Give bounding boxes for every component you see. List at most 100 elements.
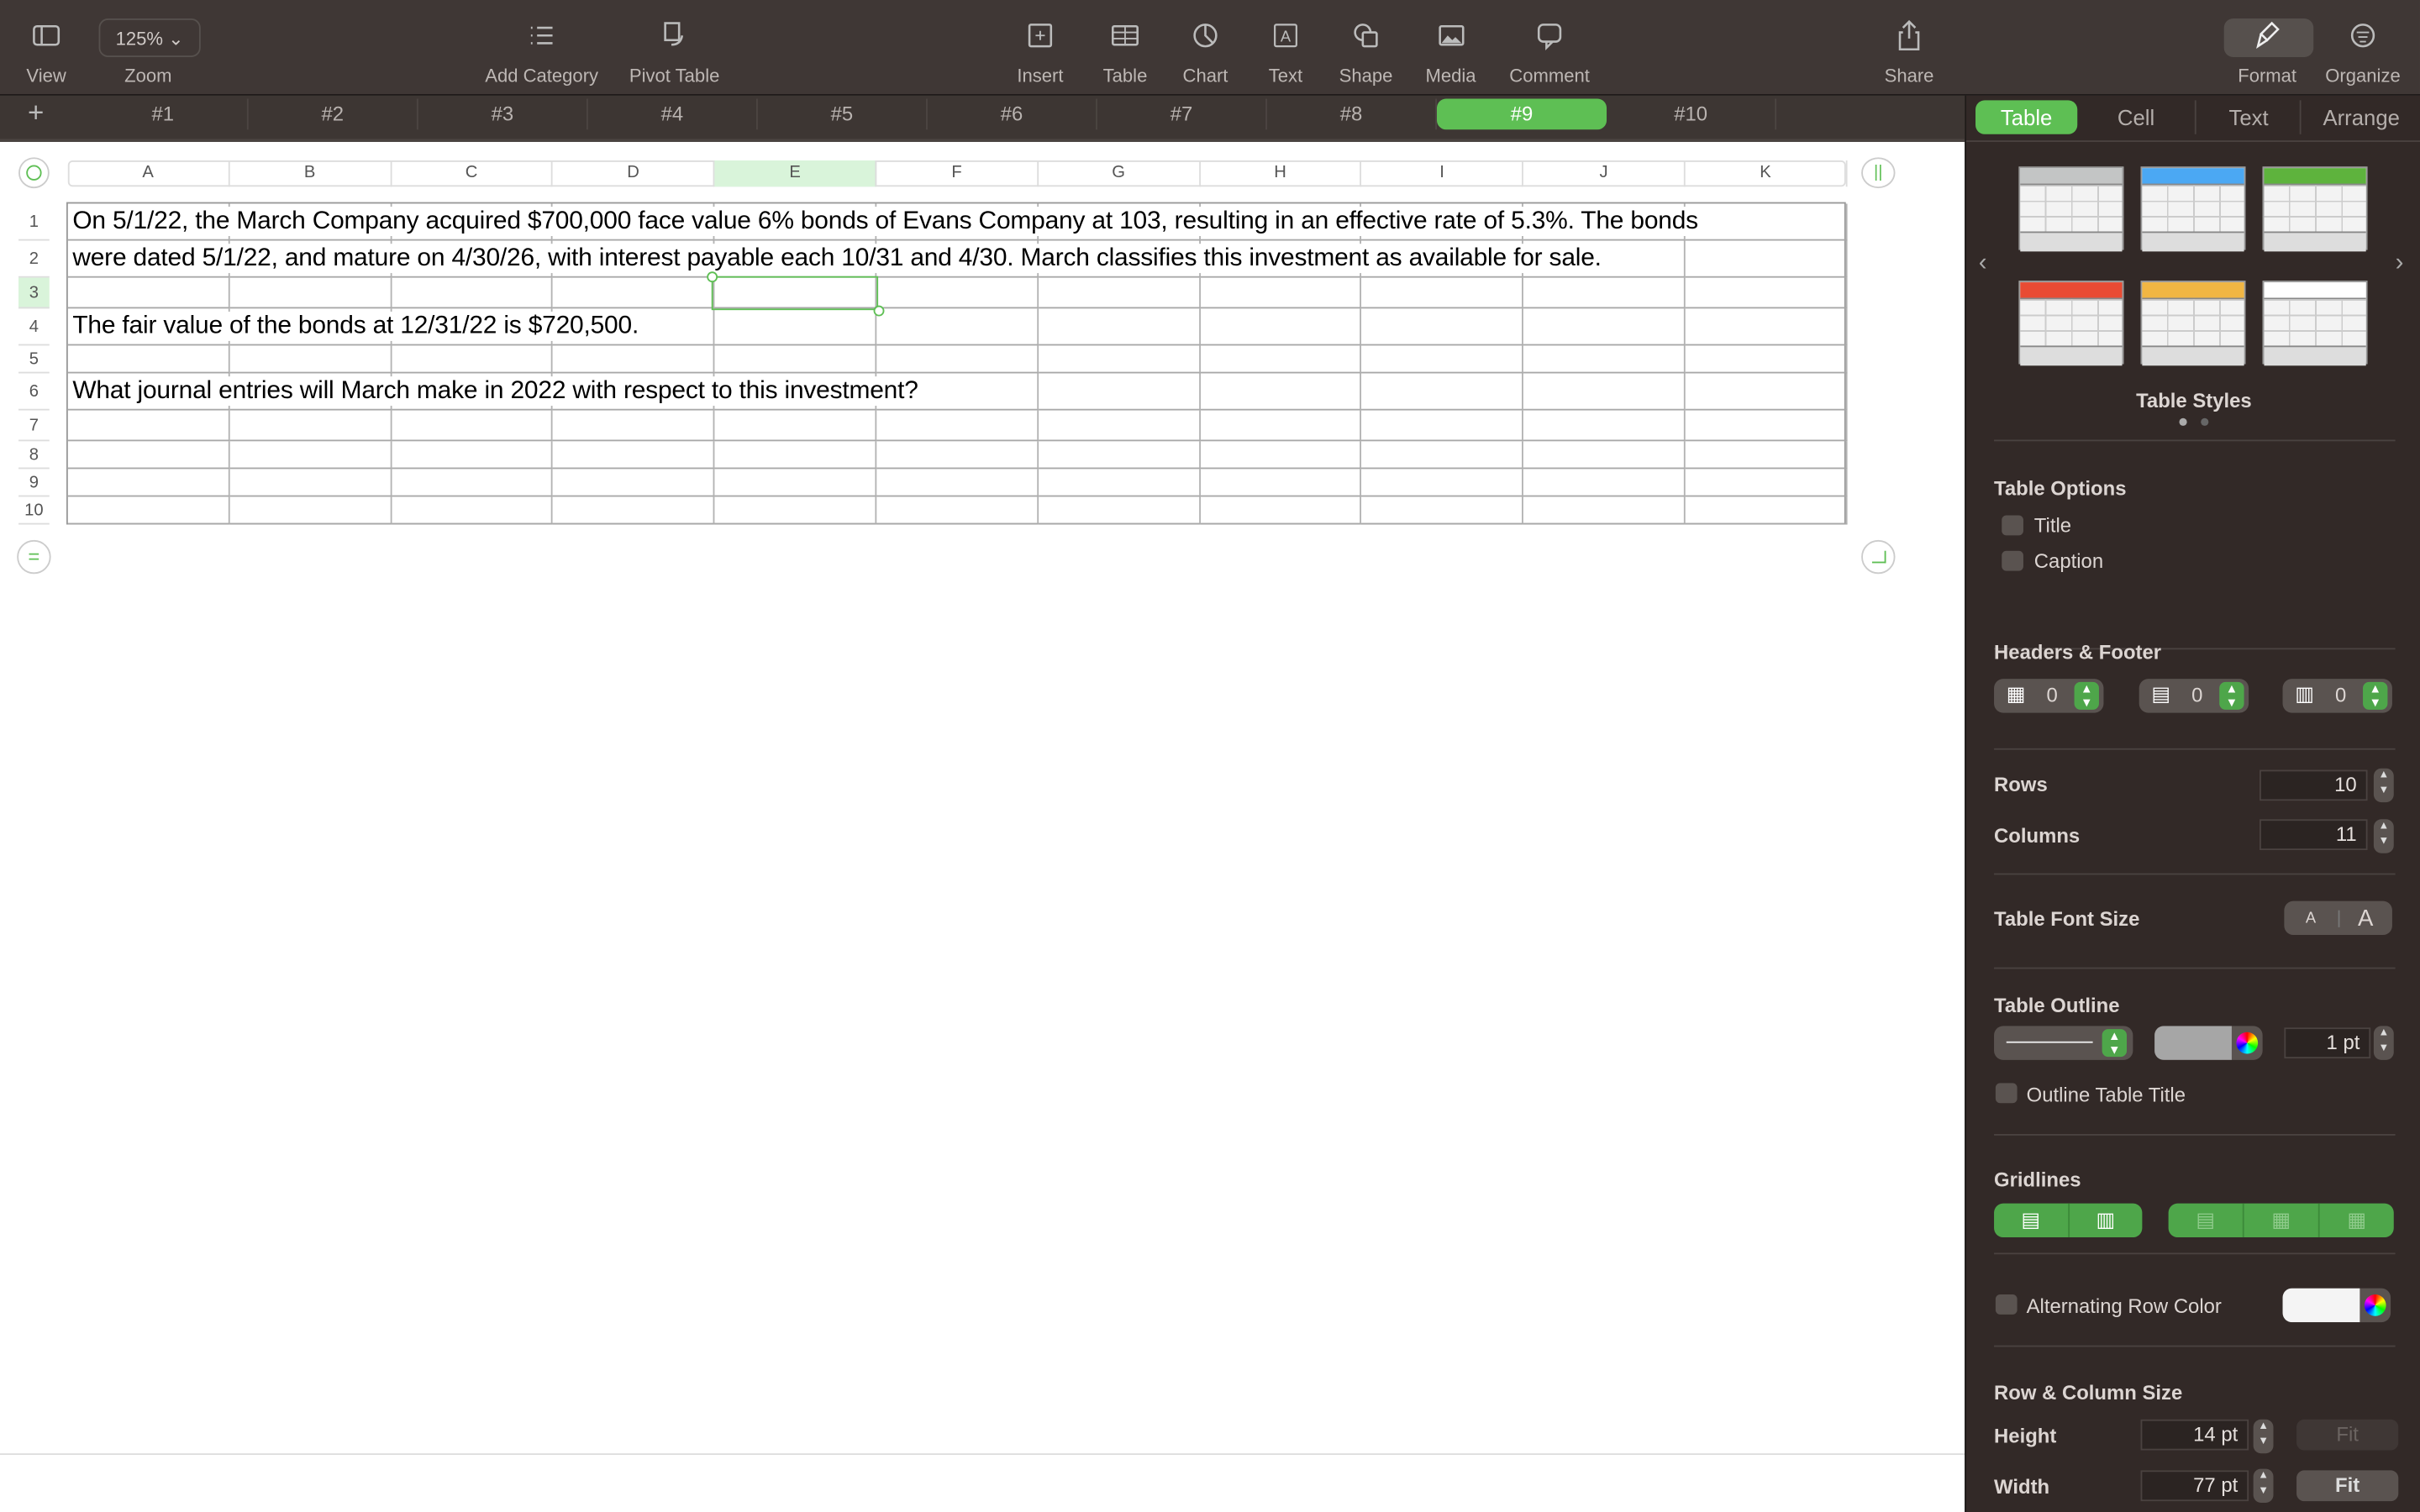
outline-color-well[interactable]: [2154, 1026, 2263, 1060]
outline-width-field[interactable]: 1 pt: [2284, 1027, 2371, 1058]
cell-G10[interactable]: [1038, 496, 1201, 525]
cell-text-row6[interactable]: What journal entries will March make in …: [72, 376, 918, 407]
cell-J6[interactable]: [1523, 373, 1686, 411]
cell-J9[interactable]: [1523, 469, 1686, 497]
tab-table[interactable]: Table: [1975, 100, 2078, 134]
sheet-tab-2[interactable]: #2: [249, 98, 418, 130]
sheet-tab-8[interactable]: #8: [1267, 98, 1437, 130]
column-header-H[interactable]: H: [1200, 160, 1362, 187]
cell-E7[interactable]: [714, 410, 877, 442]
column-header-K[interactable]: K: [1686, 160, 1848, 187]
fit-width-button[interactable]: Fit: [2296, 1470, 2399, 1502]
cell-K5[interactable]: [1685, 345, 1848, 374]
cell-G6[interactable]: [1038, 373, 1201, 411]
cell-J10[interactable]: [1523, 496, 1686, 525]
cell-D5[interactable]: [553, 345, 715, 374]
title-checkbox[interactable]: [2002, 515, 2023, 536]
sheet-tab-3[interactable]: #3: [418, 98, 588, 130]
row-header-6[interactable]: 6: [18, 373, 50, 411]
cell-B7[interactable]: [229, 410, 392, 442]
row-header-9[interactable]: 9: [18, 469, 50, 497]
stepper-arrows-icon[interactable]: ▲ ▼: [2074, 681, 2099, 710]
footer-gridlines-icon[interactable]: ▦: [2320, 1204, 2394, 1237]
toolbar-pivot-table-button[interactable]: Pivot Table: [613, 13, 736, 87]
outline-style-popup[interactable]: ▲ ▼: [1994, 1026, 2133, 1060]
stepper-arrows-icon[interactable]: ▲ ▼: [2102, 1029, 2128, 1058]
cell-B10[interactable]: [229, 496, 392, 525]
cell-H10[interactable]: [1200, 496, 1362, 525]
table-style-thumbnail[interactable]: [2140, 166, 2246, 252]
cell-C8[interactable]: [391, 441, 554, 470]
horizontal-gridlines-icon[interactable]: ▤: [1994, 1203, 2070, 1238]
cell-H5[interactable]: [1200, 345, 1362, 374]
add-row-handle[interactable]: =: [17, 539, 51, 575]
row-header-2[interactable]: 2: [18, 241, 50, 278]
sheet-tab-4[interactable]: #4: [588, 98, 758, 130]
row-header-3[interactable]: 3: [18, 277, 50, 309]
sheet-canvas[interactable]: A B C D E F G H I J K 1 2 3 4 5 6 7 8 9 10 On 5/1/22, the Mar…: [0, 141, 1965, 1512]
cell-J5[interactable]: [1523, 345, 1686, 374]
cell-H8[interactable]: [1200, 441, 1362, 470]
cell-C5[interactable]: [391, 345, 554, 374]
toolbar-share-button[interactable]: Share: [1848, 13, 1971, 87]
cell-I4[interactable]: [1361, 308, 1524, 346]
cell-K6[interactable]: [1685, 373, 1848, 411]
cell-D10[interactable]: [553, 496, 715, 525]
row-height-field[interactable]: 14 pt: [2140, 1419, 2249, 1451]
header-row-gridlines-icon[interactable]: ▤: [2169, 1203, 2244, 1238]
sheet-tab-6[interactable]: #6: [928, 98, 1097, 130]
selection-handle[interactable]: [873, 305, 885, 317]
selection-handle[interactable]: [707, 271, 718, 283]
cell-C3[interactable]: [391, 277, 554, 309]
column-header-E[interactable]: E: [714, 160, 877, 187]
cell-F9[interactable]: [876, 469, 1039, 497]
cell-K3[interactable]: [1685, 277, 1848, 309]
cell-A8[interactable]: [67, 441, 230, 470]
cell-A10[interactable]: [67, 496, 230, 525]
vertical-gridlines-icon[interactable]: ▥: [2069, 1204, 2142, 1237]
chevron-left-icon[interactable]: ‹: [1979, 250, 1987, 278]
stepper-arrows-icon[interactable]: ▲ ▼: [2219, 681, 2244, 710]
cell-G7[interactable]: [1038, 410, 1201, 442]
column-header-D[interactable]: D: [553, 160, 715, 187]
cell-K7[interactable]: [1685, 410, 1848, 442]
cell-E8[interactable]: [714, 441, 877, 470]
toolbar-organize-button[interactable]: Organize: [2302, 13, 2420, 87]
column-header-I[interactable]: I: [1362, 160, 1524, 187]
cell-E9[interactable]: [714, 469, 877, 497]
toolbar-comment-button[interactable]: Comment: [1488, 13, 1612, 87]
cell-text-row1[interactable]: On 5/1/22, the March Company acquired $7…: [72, 207, 1698, 237]
columns-field[interactable]: 11: [2259, 819, 2368, 851]
cell-D7[interactable]: [553, 410, 715, 442]
column-width-field[interactable]: 77 pt: [2140, 1470, 2249, 1502]
table-style-thumbnail[interactable]: [2018, 281, 2124, 366]
cell-I5[interactable]: [1361, 345, 1524, 374]
column-header-J[interactable]: J: [1523, 160, 1686, 187]
fit-height-button[interactable]: Fit: [2296, 1419, 2399, 1451]
sheet-tab-10[interactable]: #10: [1607, 98, 1777, 130]
cell-B9[interactable]: [229, 469, 392, 497]
header-rows-stepper[interactable]: ▦ 0 ▲ ▼: [1994, 679, 2104, 713]
row-header-4[interactable]: 4: [18, 308, 50, 346]
column-width-stepper[interactable]: ▲ ▼: [2253, 1468, 2274, 1503]
cell-B8[interactable]: [229, 441, 392, 470]
stepper-arrows-icon[interactable]: ▲ ▼: [2363, 681, 2388, 710]
add-column-handle[interactable]: ||: [1861, 157, 1896, 189]
column-header-C[interactable]: C: [392, 160, 554, 187]
cell-F10[interactable]: [876, 496, 1039, 525]
footer-rows-stepper[interactable]: ▥ 0 ▲ ▼: [2282, 679, 2392, 713]
cell-H3[interactable]: [1200, 277, 1362, 309]
cell-A7[interactable]: [67, 410, 230, 442]
cell-D3[interactable]: [553, 277, 715, 309]
row-header-5[interactable]: 5: [18, 345, 50, 374]
cell-G3[interactable]: [1038, 277, 1201, 309]
cell-I3[interactable]: [1361, 277, 1524, 309]
color-wheel-icon[interactable]: [2236, 1032, 2259, 1054]
cell-H9[interactable]: [1200, 469, 1362, 497]
cell-K1[interactable]: [1685, 203, 1848, 241]
cell-I10[interactable]: [1361, 496, 1524, 525]
cell-K10[interactable]: [1685, 496, 1848, 525]
columns-stepper[interactable]: ▲ ▼: [2373, 819, 2394, 853]
cell-A3[interactable]: [67, 277, 230, 309]
cell-text-row2[interactable]: were dated 5/1/22, and mature on 4/30/26…: [72, 244, 1602, 274]
